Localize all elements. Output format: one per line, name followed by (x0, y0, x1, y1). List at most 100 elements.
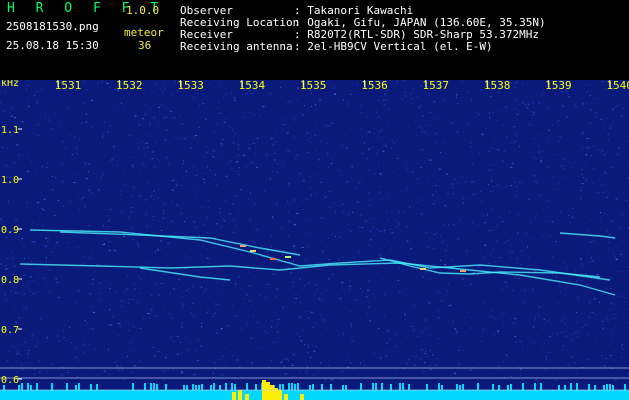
noise-speck (408, 368, 410, 370)
noise-speck (430, 349, 431, 351)
noise-speck (165, 357, 167, 359)
noise-speck (329, 207, 331, 209)
noise-speck (75, 190, 76, 192)
count-bar-peak (245, 394, 249, 400)
count-bar (132, 383, 134, 390)
noise-speck (286, 373, 289, 375)
noise-speck (29, 362, 31, 364)
noise-speck (60, 375, 62, 377)
noise-speck (201, 323, 203, 325)
noise-speck (480, 89, 482, 91)
noise-speck (129, 135, 131, 137)
noise-speck (453, 224, 455, 226)
noise-speck (108, 250, 111, 252)
count-bar (456, 384, 458, 390)
noise-speck (69, 134, 71, 136)
noise-speck (152, 306, 154, 308)
noise-speck (25, 189, 27, 191)
noise-speck (221, 356, 223, 357)
noise-speck (143, 277, 145, 279)
noise-speck (502, 160, 504, 162)
noise-speck (519, 146, 521, 147)
noise-speck (81, 285, 83, 287)
noise-speck (222, 374, 224, 376)
noise-speck (189, 229, 191, 231)
noise-speck (428, 302, 431, 304)
noise-speck (454, 372, 457, 374)
noise-speck (32, 280, 34, 282)
noise-speck (201, 207, 203, 208)
noise-speck (493, 248, 495, 250)
noise-speck (342, 99, 344, 101)
noise-speck (139, 292, 142, 294)
noise-speck (559, 136, 562, 138)
noise-speck (535, 294, 537, 296)
noise-speck (73, 256, 75, 258)
noise-speck (92, 84, 93, 86)
noise-speck (33, 241, 35, 242)
noise-speck (566, 271, 568, 273)
noise-speck (345, 147, 348, 149)
noise-speck (548, 241, 550, 243)
noise-speck (547, 107, 549, 109)
noise-speck (117, 355, 119, 357)
noise-speck (28, 80, 30, 82)
noise-speck (346, 269, 348, 271)
noise-speck (164, 303, 166, 305)
noise-speck (189, 307, 191, 309)
noise-speck (31, 241, 33, 243)
noise-speck (341, 145, 344, 146)
noise-speck (584, 324, 587, 326)
noise-speck (209, 376, 211, 378)
noise-speck (477, 225, 480, 227)
noise-speck (83, 295, 85, 297)
noise-speck (555, 276, 557, 278)
noise-speck (151, 195, 153, 197)
noise-speck (362, 204, 363, 206)
noise-speck (402, 80, 405, 82)
noise-speck (108, 347, 110, 349)
noise-speck (308, 350, 310, 352)
noise-speck (234, 97, 236, 99)
noise-speck (576, 91, 578, 93)
noise-speck (568, 256, 570, 258)
noise-speck (361, 227, 363, 228)
noise-speck (383, 331, 385, 333)
noise-speck (369, 131, 371, 133)
noise-speck (240, 329, 242, 330)
noise-speck (296, 154, 298, 156)
noise-speck (147, 312, 150, 314)
noise-speck (252, 314, 254, 316)
noise-speck (442, 241, 445, 243)
noise-speck (228, 359, 230, 361)
noise-speck (272, 166, 274, 168)
noise-speck (282, 360, 283, 362)
noise-speck (518, 301, 520, 303)
noise-speck (617, 164, 619, 166)
noise-speck (296, 87, 299, 89)
noise-speck (41, 166, 43, 168)
noise-speck (418, 336, 420, 338)
noise-speck (572, 208, 574, 210)
noise-speck (389, 338, 391, 339)
noise-speck (104, 121, 105, 123)
noise-speck (374, 218, 376, 220)
noise-speck (188, 147, 190, 149)
noise-speck (75, 117, 77, 119)
noise-speck (462, 279, 464, 280)
noise-speck (91, 370, 93, 372)
noise-speck (594, 106, 596, 107)
noise-speck (145, 262, 147, 264)
count-bar (441, 385, 443, 390)
noise-speck (425, 272, 427, 274)
noise-speck (468, 311, 470, 313)
noise-speck (9, 350, 11, 352)
noise-speck (350, 310, 353, 312)
noise-speck (326, 286, 328, 288)
noise-speck (100, 292, 102, 294)
noise-speck (575, 93, 577, 95)
noise-speck (601, 80, 604, 82)
noise-speck (340, 298, 342, 300)
noise-speck (243, 274, 245, 276)
noise-speck (152, 219, 154, 221)
